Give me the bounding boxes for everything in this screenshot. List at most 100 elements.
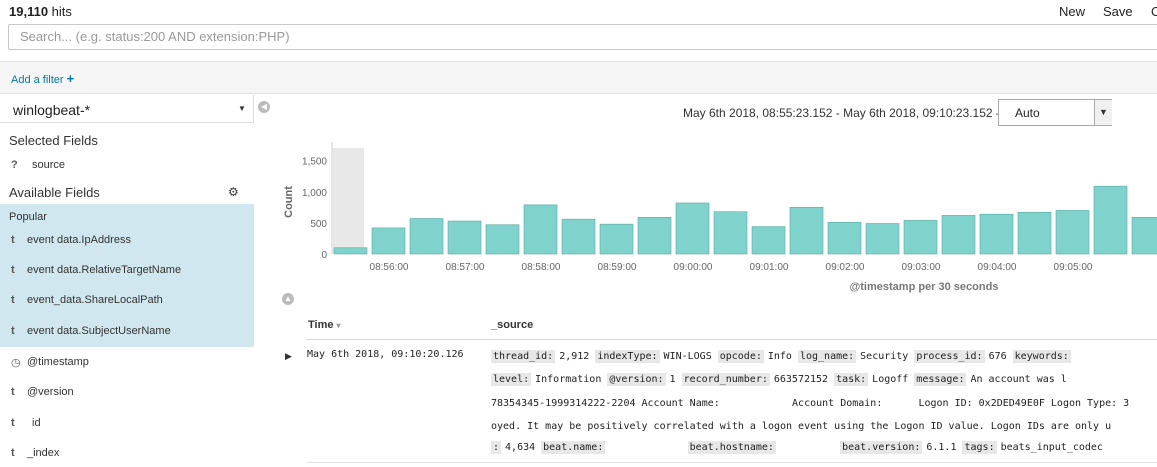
hits-count: 19,110 hits bbox=[9, 4, 72, 19]
plus-icon: + bbox=[66, 71, 75, 86]
y-axis-label: Count bbox=[283, 186, 295, 218]
histogram-bar bbox=[447, 220, 482, 255]
source-line: level: Information @version: 1 record_number… bbox=[491, 373, 1073, 386]
gear-icon[interactable]: ⚙ bbox=[228, 185, 239, 199]
field-type-icon: ? bbox=[11, 159, 18, 171]
source-field-value: oyed. It may be positively correlated wi… bbox=[491, 421, 1112, 432]
source-field-value: An account was l bbox=[970, 374, 1067, 385]
source-field-value: 676 bbox=[988, 351, 1007, 362]
source-field-value bbox=[780, 442, 834, 453]
field-name: @version bbox=[27, 386, 74, 398]
source-field-key: thread_id: bbox=[491, 350, 556, 363]
histogram-bar bbox=[637, 216, 672, 255]
source-field-key: keywords: bbox=[1012, 350, 1071, 363]
y-tick-label: 1,500 bbox=[302, 157, 327, 168]
column-header-source: _source bbox=[491, 319, 534, 331]
source-field-value: Information bbox=[535, 374, 602, 385]
field-item[interactable]: t @version bbox=[0, 386, 254, 406]
string-type-icon: t bbox=[11, 234, 15, 246]
x-tick-label: 09:04:00 bbox=[978, 262, 1017, 273]
histogram-bar bbox=[675, 202, 710, 255]
source-line: :4,634 beat.name: beat.hostname: beat.ver… bbox=[491, 441, 1109, 454]
source-field-value: WIN-LOGS bbox=[663, 351, 712, 362]
histogram-bar bbox=[485, 224, 520, 255]
field-name: _index bbox=[27, 447, 60, 459]
x-axis-label: @timestamp per 30 seconds bbox=[850, 281, 999, 293]
field-item[interactable]: t id bbox=[0, 417, 254, 437]
source-field-key: beat.version: bbox=[840, 441, 923, 454]
new-button[interactable]: New bbox=[1059, 4, 1085, 19]
histogram-bar bbox=[523, 204, 558, 255]
hits-number: 19,110 bbox=[9, 4, 49, 19]
field-item[interactable]: ◷ @timestamp bbox=[0, 356, 254, 376]
histogram-bar bbox=[1055, 210, 1090, 255]
x-tick-label: 09:03:00 bbox=[902, 262, 941, 273]
source-field-key: log_name: bbox=[797, 350, 857, 363]
x-tick-label: 09:00:00 bbox=[674, 262, 713, 273]
field-name: @timestamp bbox=[27, 356, 89, 368]
y-tick-label: 500 bbox=[310, 219, 327, 230]
source-line: 78354345-1999314222-2204 Account Name: A… bbox=[491, 398, 1135, 409]
available-fields-heading: Available Fields bbox=[9, 185, 100, 200]
histogram-bar bbox=[371, 227, 406, 255]
source-line: oyed. It may be positively correlated wi… bbox=[491, 421, 1117, 432]
column-header-time[interactable]: Time ▾ bbox=[308, 319, 341, 331]
histogram-bar bbox=[903, 220, 938, 255]
x-tick-label: 08:57:00 bbox=[446, 262, 485, 273]
field-name: id bbox=[32, 417, 41, 429]
source-field-value: Security bbox=[860, 351, 909, 362]
source-field-value: beats_input_codec bbox=[1000, 442, 1103, 453]
field-item[interactable]: t event_data.ShareLocalPath bbox=[0, 294, 254, 314]
histogram-bar bbox=[865, 223, 900, 255]
x-tick-label: 09:05:00 bbox=[1054, 262, 1093, 273]
save-button[interactable]: Save bbox=[1103, 4, 1133, 19]
source-line: thread_id: 2,912 indexType: WIN-LOGS opcode:… bbox=[491, 350, 1081, 363]
string-type-icon: t bbox=[11, 417, 15, 429]
field-item[interactable]: t event data.SubjectUserName bbox=[0, 325, 254, 345]
histogram-bar bbox=[827, 221, 862, 255]
field-item[interactable]: t event data.IpAddress bbox=[0, 234, 254, 254]
histogram-chart: 05001,0001,500 08:56:00 08:57:00 08:58:00 0… bbox=[283, 142, 1157, 293]
histogram-bar bbox=[979, 213, 1014, 255]
chevron-down-icon[interactable]: ▼ bbox=[1094, 100, 1112, 125]
x-tick-label: 08:58:00 bbox=[522, 262, 561, 273]
x-tick-label: 08:56:00 bbox=[370, 262, 409, 273]
histogram-bar bbox=[333, 247, 368, 255]
source-field-key: level: bbox=[491, 373, 532, 386]
add-filter-link[interactable]: Add a filter + bbox=[11, 71, 74, 86]
source-field-value: Info bbox=[767, 351, 792, 362]
source-field-value: Logoff bbox=[872, 374, 909, 385]
source-field-key: beat.hostname: bbox=[687, 441, 776, 454]
histogram-bar bbox=[713, 211, 748, 255]
field-item[interactable]: t event data.RelativeTargetName bbox=[0, 264, 254, 284]
expand-row-icon[interactable]: ▶ bbox=[285, 351, 292, 362]
field-item[interactable]: t _index bbox=[0, 447, 254, 467]
string-type-icon: t bbox=[11, 264, 15, 276]
source-field-key: message: bbox=[914, 373, 967, 386]
source-field-key: record_number: bbox=[681, 373, 770, 386]
source-field-key: @version: bbox=[607, 373, 666, 386]
source-field-value: 663572152 bbox=[773, 374, 829, 385]
interval-value: Auto bbox=[1015, 106, 1040, 120]
column-header-time-label: Time bbox=[308, 319, 334, 331]
open-button[interactable]: O bbox=[1151, 4, 1157, 19]
field-item[interactable]: ? source bbox=[0, 159, 254, 179]
source-field-value: 78354345-1999314222-2204 Account Name: A… bbox=[491, 398, 1130, 409]
collapse-sidebar-icon[interactable]: ◀ bbox=[258, 101, 270, 113]
string-type-icon: t bbox=[11, 386, 15, 398]
search-input[interactable]: Search... (e.g. status:200 AND extension… bbox=[8, 24, 1157, 50]
string-type-icon: t bbox=[11, 447, 15, 459]
histogram-bar bbox=[599, 223, 634, 255]
histogram-bar bbox=[561, 218, 596, 255]
histogram-bar bbox=[409, 218, 444, 255]
y-tick-label: 0 bbox=[321, 250, 327, 261]
x-axis: 08:56:00 08:57:00 08:58:00 08:59:00 09:00:00… bbox=[370, 262, 1093, 273]
x-tick-label: 09:02:00 bbox=[826, 262, 865, 273]
sort-icon[interactable]: ▾ bbox=[337, 321, 341, 330]
collapse-chart-icon[interactable]: ▲ bbox=[282, 293, 294, 305]
histogram-bar bbox=[941, 215, 976, 255]
field-name: source bbox=[32, 159, 66, 171]
source-field-value: 6.1.1 bbox=[926, 442, 957, 453]
source-field-value bbox=[609, 442, 681, 453]
time-range-label[interactable]: May 6th 2018, 08:55:23.152 - May 6th 201… bbox=[683, 106, 1008, 120]
